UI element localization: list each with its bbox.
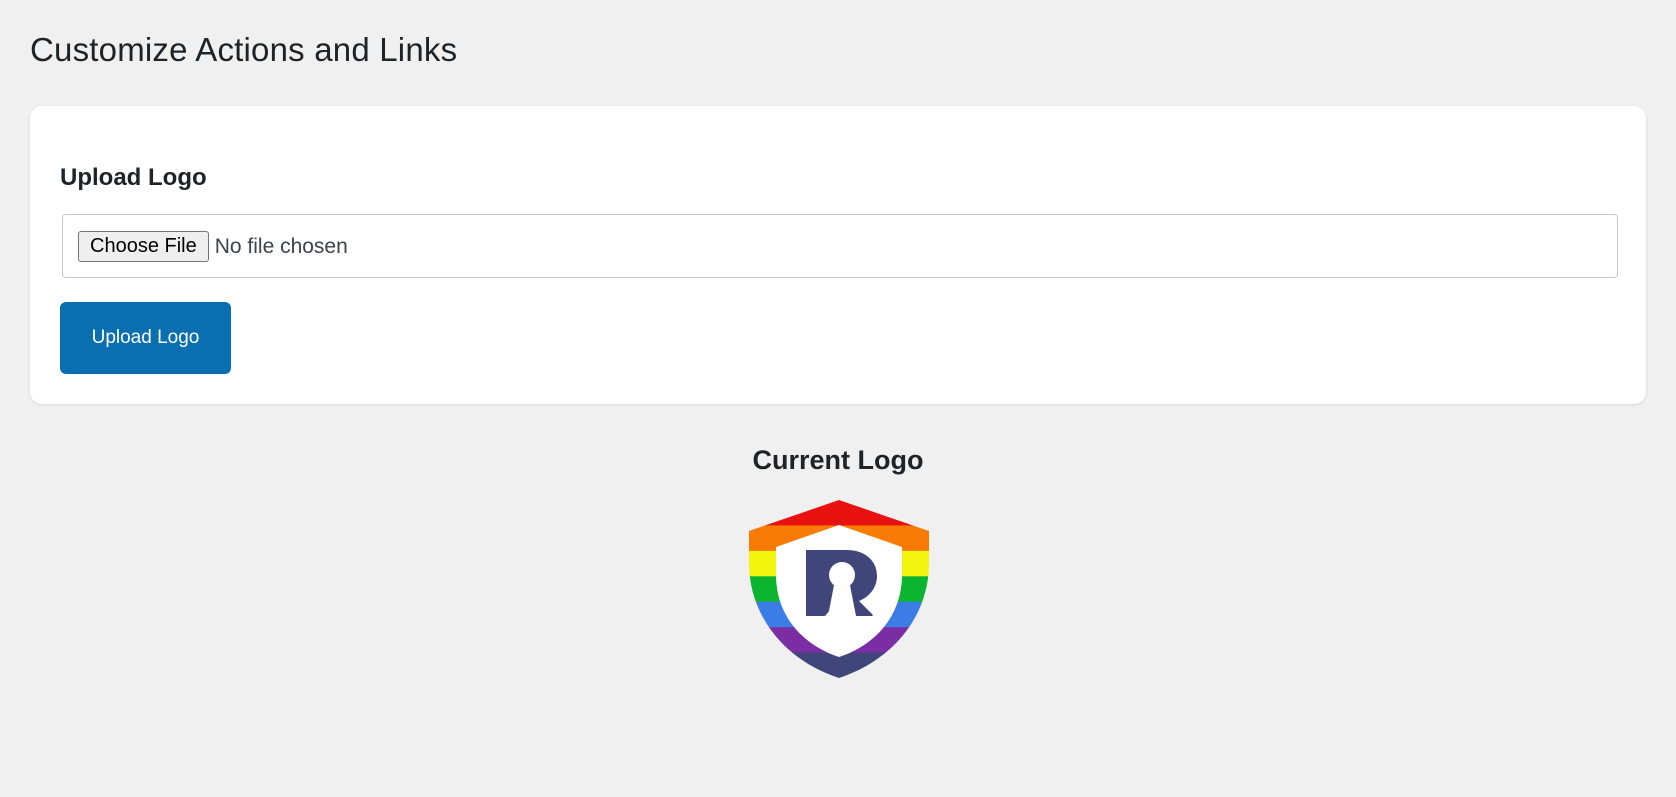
- page-title: Customize Actions and Links: [30, 31, 458, 68]
- current-logo-image: [749, 500, 929, 678]
- shield-logo-icon: [749, 500, 929, 678]
- logo-file-input[interactable]: Choose File No file chosen: [62, 214, 1618, 278]
- upload-logo-button[interactable]: Upload Logo: [60, 302, 231, 374]
- upload-logo-heading: Upload Logo: [60, 164, 207, 191]
- logo-stripe: [749, 500, 929, 527]
- upload-logo-card: Upload Logo Choose File No file chosen U…: [30, 106, 1646, 404]
- current-logo-heading: Current Logo: [752, 445, 924, 475]
- file-status-text: No file chosen: [214, 234, 348, 258]
- choose-file-button[interactable]: Choose File: [78, 230, 209, 262]
- page: Customize Actions and Links Upload Logo …: [0, 0, 1676, 797]
